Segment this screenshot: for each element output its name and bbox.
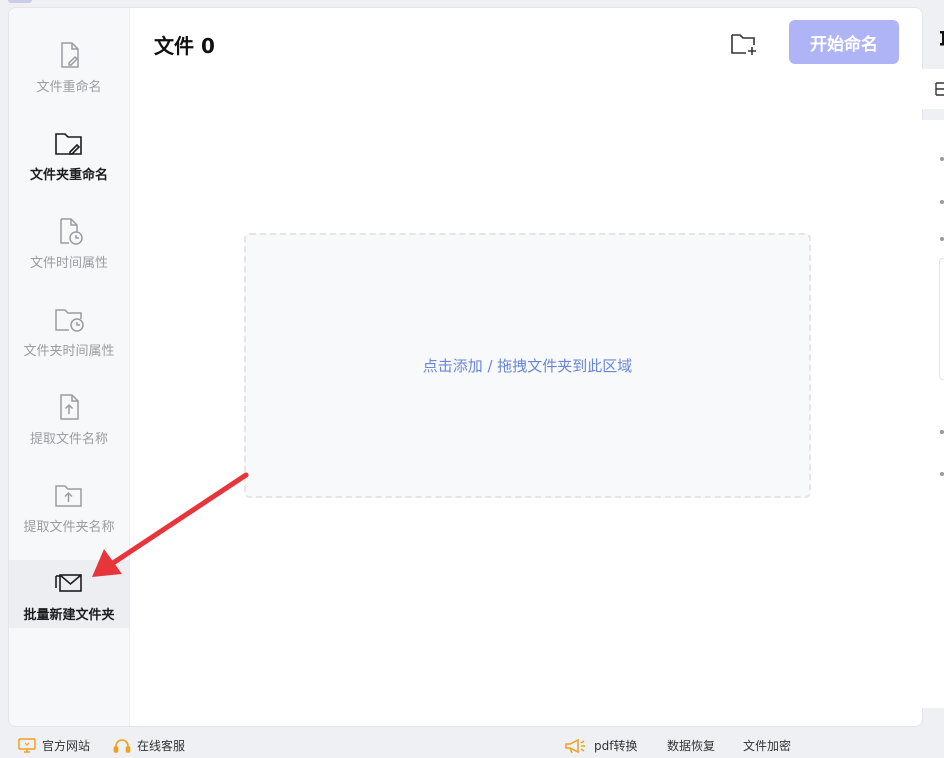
footer-official-site-link[interactable]: 官方网站 [18,737,90,754]
footer-pdf-convert-link[interactable]: pdf转换 [564,737,637,754]
sidebar-item-label: 文件夹重命名 [29,168,108,183]
app-window: 文件重命名 文件夹重命名 文件时间属性 文件夹时间属性 提取文件名称 提取文件夹… [8,7,923,727]
footer-data-recovery-link[interactable]: 数据恢复 [667,737,715,754]
footer-bar: 官方网站 在线客服 pdf转换 数据恢复 文件加密 [0,732,944,758]
file-edit-icon [52,40,86,70]
footer-link-label: 在线客服 [137,739,186,753]
file-count-title: 文件 0 [154,34,215,58]
settings-input-clipped[interactable] [939,258,944,380]
settings-marker [940,157,944,161]
folder-upload-icon [52,480,86,510]
settings-marker [940,472,944,476]
sidebar: 文件重命名 文件夹重命名 文件时间属性 文件夹时间属性 提取文件名称 提取文件夹… [9,8,130,726]
sidebar-item-extract-file-names[interactable]: 提取文件名称 [9,384,129,452]
footer-file-encrypt-link[interactable]: 文件加密 [743,737,791,754]
sidebar-item-label: 文件夹时间属性 [23,344,115,359]
sidebar-item-label: 提取文件名称 [29,432,108,447]
right-settings-panel-clipped [922,0,944,758]
headset-icon [113,738,131,754]
footer-link-label: 官方网站 [42,739,91,753]
sidebar-item-label: 文件时间属性 [29,256,108,271]
drop-zone-hint: 点击添加 / 拖拽文件夹到此区域 [422,357,633,375]
file-upload-icon [52,392,86,422]
settings-body-clipped [922,120,944,708]
sidebar-item-extract-folder-names[interactable]: 提取文件夹名称 [9,472,129,540]
start-rename-button[interactable]: 开始命名 [789,20,899,64]
settings-title-clipped [936,27,944,52]
sidebar-item-label: 文件重命名 [36,80,102,95]
folder-clock-icon [52,304,86,334]
sidebar-item-label: 批量新建文件夹 [23,608,115,623]
sidebar-item-folder-time[interactable]: 文件夹时间属性 [9,296,129,364]
footer-link-label: 数据恢复 [667,739,716,753]
settings-marker [940,237,944,241]
monitor-icon [18,738,36,754]
footer-link-label: pdf转换 [594,739,638,753]
sidebar-item-batch-create-folders[interactable]: 批量新建文件夹 [9,560,129,628]
sidebar-item-folder-rename[interactable]: 文件夹重命名 [9,120,129,188]
sidebar-item-file-rename[interactable]: 文件重命名 [9,32,129,100]
sidebar-item-file-time[interactable]: 文件时间属性 [9,208,129,276]
settings-marker [940,200,944,204]
footer-link-label: 文件加密 [743,739,792,753]
main-panel: 文件 0 开始命名 点击添加 / 拖拽文件夹到此区域 [130,8,922,726]
stacked-mail-icon [52,568,86,598]
folder-plus-icon [731,34,756,55]
drop-zone[interactable]: 点击添加 / 拖拽文件夹到此区域 [244,233,811,498]
megaphone-icon [564,738,588,754]
folder-edit-icon [52,128,86,158]
settings-marker [940,430,944,434]
top-accent-bar [8,0,32,3]
sidebar-item-label: 提取文件夹名称 [23,520,115,535]
file-clock-icon [52,216,86,246]
footer-online-support-link[interactable]: 在线客服 [113,737,185,754]
settings-tab-clipped[interactable] [922,69,944,109]
add-folder-button[interactable] [728,28,760,60]
